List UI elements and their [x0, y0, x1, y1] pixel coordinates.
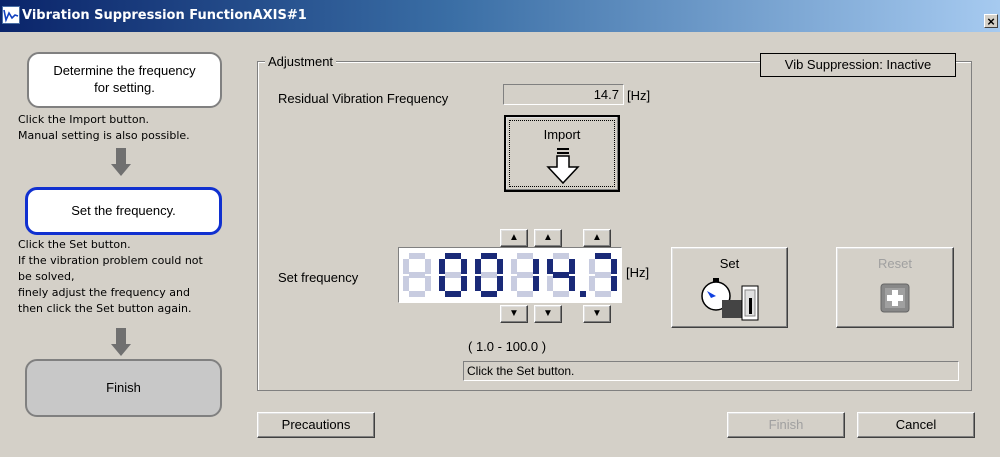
- digit4-segment-b: [533, 259, 539, 274]
- digit2-segment-g: [445, 272, 461, 278]
- digit4-down-button[interactable]: ▼: [500, 305, 528, 323]
- digit4-segment-e: [511, 276, 517, 291]
- step1-text-line2: for setting.: [94, 80, 155, 95]
- digit2-segment-d: [445, 291, 461, 297]
- step-set-frequency: Set the frequency.: [25, 187, 222, 235]
- digit3-segment-c: [497, 276, 503, 291]
- digit5-segment-f: [547, 259, 553, 274]
- digit5-segment-g: [553, 272, 569, 278]
- set-frequency-label: Set frequency: [278, 270, 359, 285]
- digit1-segment-c: [425, 276, 431, 291]
- set-button-label: Set: [719, 256, 740, 271]
- adjustment-group-label: Adjustment: [265, 54, 337, 69]
- step2-note-line4: finely adjust the frequency and: [18, 286, 190, 299]
- finish-button[interactable]: Finish: [727, 412, 845, 438]
- digit3-segment-f: [475, 259, 481, 274]
- window-title: Vibration Suppression FunctionAXIS#1: [22, 8, 307, 23]
- digit5-segment-b: [569, 259, 575, 274]
- digit6-segment-e: [589, 276, 595, 291]
- digit5-down-button[interactable]: ▼: [534, 305, 562, 323]
- digit4-segment-c: [533, 276, 539, 291]
- digit3-segment-b: [497, 259, 503, 274]
- digit6-segment-a: [595, 253, 611, 259]
- digit2-segment-b: [461, 259, 467, 274]
- digit4-segment-a: [517, 253, 533, 259]
- import-button-label: Import: [543, 127, 581, 142]
- import-arrow-icon: [546, 148, 580, 185]
- adjustment-group: [257, 61, 972, 391]
- step1-note: Click the Import button. Manual setting …: [18, 112, 190, 144]
- digit1-segment-g: [409, 272, 425, 278]
- frequency-range-text: ( 1.0 - 100.0 ): [468, 339, 547, 354]
- digit3-segment-g: [481, 272, 497, 278]
- step2-note-line3: be solved,: [18, 270, 75, 283]
- step2-note-line1: Click the Set button.: [18, 238, 131, 251]
- digit4-segment-d: [517, 291, 533, 297]
- digit5-segment-c: [569, 276, 575, 291]
- digit5-segment-d: [553, 291, 569, 297]
- digit1-segment-a: [409, 253, 425, 259]
- digit1-segment-d: [409, 291, 425, 297]
- step2-note: Click the Set button. If the vibration p…: [18, 237, 203, 317]
- digit6-segment-d: [595, 291, 611, 297]
- reset-button-label: Reset: [878, 256, 912, 271]
- title-bar: Vibration Suppression FunctionAXIS#1 ×: [0, 0, 1000, 32]
- vib-suppression-status: Vib Suppression: Inactive: [760, 53, 956, 77]
- digit4-up-button[interactable]: ▲: [500, 229, 528, 247]
- digit5-segment-e: [547, 276, 553, 291]
- precautions-button[interactable]: Precautions: [257, 412, 375, 438]
- step-determine-frequency: Determine the frequency for setting.: [27, 52, 222, 108]
- residual-frequency-unit: [Hz]: [627, 88, 651, 103]
- digit1-segment-b: [425, 259, 431, 274]
- digit3-segment-e: [475, 276, 481, 291]
- status-message: Click the Set button.: [463, 361, 959, 381]
- step1-note-line1: Click the Import button.: [18, 113, 150, 126]
- decimal-point: [580, 291, 586, 297]
- arrow-down-icon: [111, 328, 131, 358]
- step1-text-line1: Determine the frequency: [53, 63, 196, 78]
- residual-frequency-label: Residual Vibration Frequency: [278, 91, 449, 106]
- residual-frequency-value: 14.7: [503, 84, 624, 105]
- digit6-segment-c: [611, 276, 617, 291]
- vibration-suppression-window: Vibration Suppression FunctionAXIS#1 × D…: [0, 0, 1000, 457]
- digit6-segment-g: [595, 272, 611, 278]
- reset-button[interactable]: Reset: [836, 247, 954, 328]
- digit2-segment-c: [461, 276, 467, 291]
- digit1-segment-e: [403, 276, 409, 291]
- import-button[interactable]: Import: [504, 115, 620, 192]
- digit2-segment-a: [445, 253, 461, 259]
- digit5-up-button[interactable]: ▲: [534, 229, 562, 247]
- digit6-up-button[interactable]: ▲: [583, 229, 611, 247]
- set-stopwatch-icon: [701, 278, 759, 321]
- digit4-segment-g: [517, 272, 533, 278]
- step2-note-line5: then click the Set button again.: [18, 302, 192, 315]
- digit6-segment-b: [611, 259, 617, 274]
- digit3-segment-d: [481, 291, 497, 297]
- arrow-down-icon: [111, 148, 131, 178]
- waveform-app-icon: [2, 6, 20, 24]
- digit6-down-button[interactable]: ▼: [583, 305, 611, 323]
- digit6-segment-f: [589, 259, 595, 274]
- set-frequency-unit: [Hz]: [626, 265, 650, 280]
- step-finish: Finish: [25, 359, 222, 417]
- digit5-segment-a: [553, 253, 569, 259]
- digit2-segment-f: [439, 259, 445, 274]
- step1-note-line2: Manual setting is also possible.: [18, 129, 190, 142]
- digit1-segment-f: [403, 259, 409, 274]
- cancel-button[interactable]: Cancel: [857, 412, 975, 438]
- reset-plus-icon: [880, 283, 910, 313]
- set-frequency-display: [398, 247, 622, 303]
- close-button[interactable]: ×: [984, 14, 998, 28]
- step2-note-line2: If the vibration problem could not: [18, 254, 203, 267]
- digit2-segment-e: [439, 276, 445, 291]
- digit3-segment-a: [481, 253, 497, 259]
- set-button[interactable]: Set: [671, 247, 788, 328]
- digit4-segment-f: [511, 259, 517, 274]
